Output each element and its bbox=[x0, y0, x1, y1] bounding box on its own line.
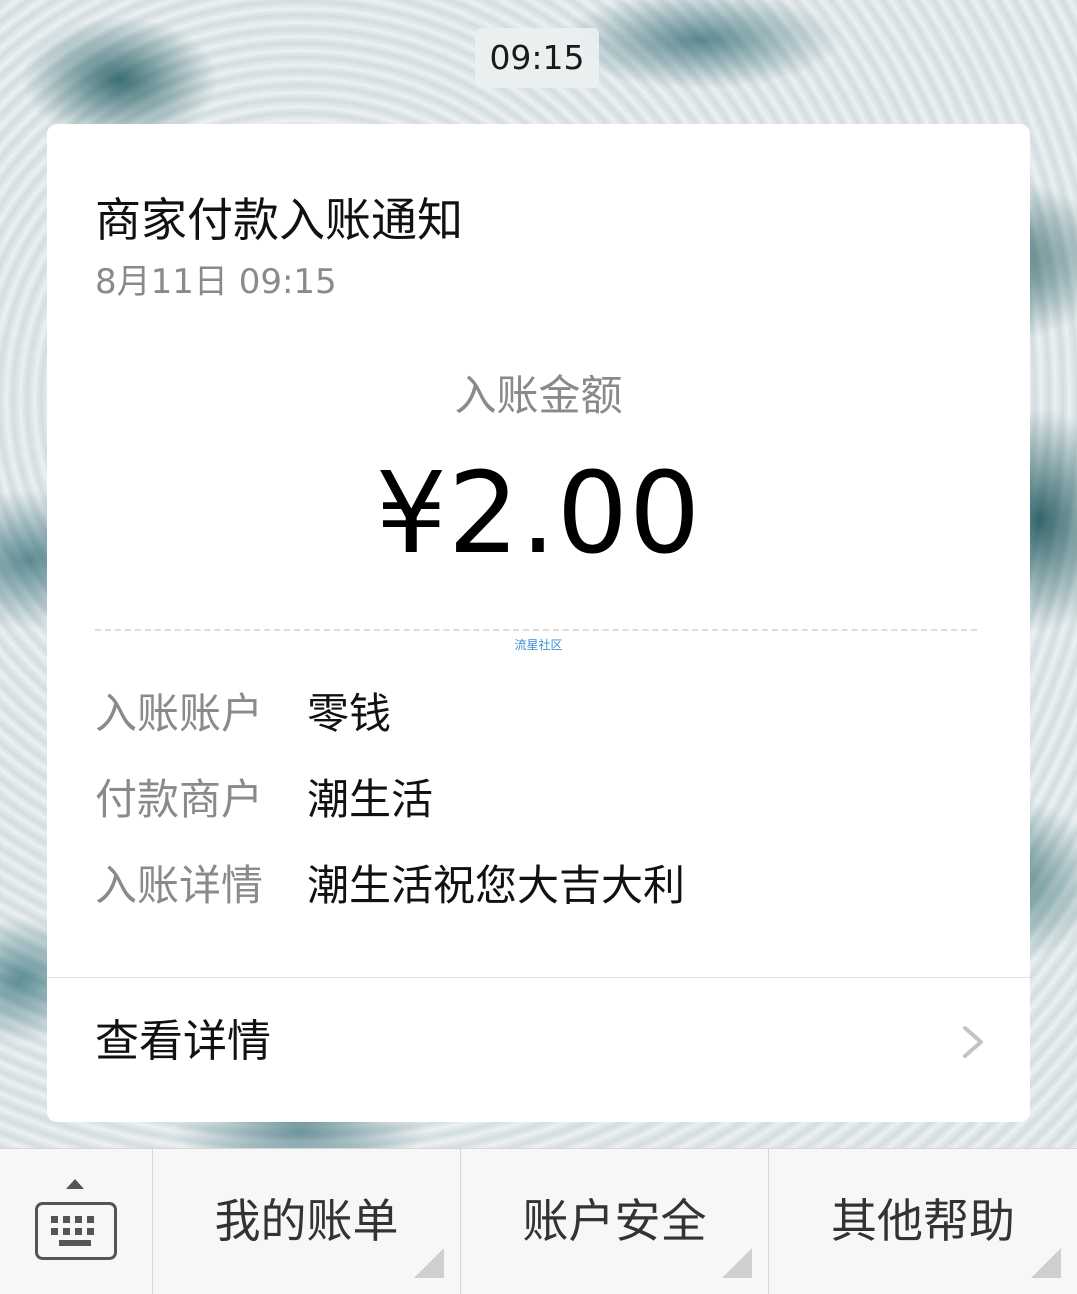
detail-value: 零钱 bbox=[307, 689, 392, 738]
amount-value: ¥2.00 bbox=[375, 449, 702, 579]
menu-my-bills-button[interactable]: 我的账单 bbox=[153, 1149, 461, 1294]
keyboard-toggle-button[interactable] bbox=[0, 1149, 153, 1294]
payment-notification-card: 商家付款入账通知 8月11日 09:15 入账金额 ¥2.00 流星社区 入账账… bbox=[47, 124, 1030, 1122]
keyboard-icon bbox=[35, 1202, 117, 1260]
detail-value: 潮生活 bbox=[307, 775, 434, 824]
detail-label: 入账详情 bbox=[95, 861, 264, 910]
watermark-text: 流星社区 bbox=[514, 638, 563, 652]
detail-label: 付款商户 bbox=[95, 775, 264, 824]
menu-account-security-button[interactable]: 账户安全 bbox=[461, 1149, 769, 1294]
caret-up-icon bbox=[66, 1179, 84, 1189]
detail-row-remark: 入账详情 潮生活祝您大吉大利 bbox=[95, 856, 975, 916]
notification-title: 商家付款入账通知 bbox=[95, 193, 463, 247]
submenu-indicator-icon bbox=[414, 1248, 444, 1278]
submenu-indicator-icon bbox=[1031, 1248, 1061, 1278]
submenu-indicator-icon bbox=[722, 1248, 752, 1278]
amount-label: 入账金额 bbox=[454, 371, 623, 420]
dashed-divider bbox=[95, 629, 977, 631]
chevron-right-icon bbox=[963, 1026, 983, 1058]
view-details-button[interactable]: 查看详情 bbox=[47, 978, 1030, 1122]
menu-label: 其他帮助 bbox=[831, 1194, 1015, 1248]
detail-value: 潮生活祝您大吉大利 bbox=[307, 861, 686, 910]
menu-label: 我的账单 bbox=[214, 1194, 399, 1248]
menu-other-help-button[interactable]: 其他帮助 bbox=[769, 1149, 1077, 1294]
message-timestamp: 09:15 bbox=[475, 28, 599, 88]
view-details-label: 查看详情 bbox=[95, 1016, 271, 1067]
detail-label: 入账账户 bbox=[95, 689, 264, 738]
official-account-menu-bar: 我的账单 账户安全 其他帮助 bbox=[0, 1148, 1077, 1294]
menu-label: 账户安全 bbox=[522, 1194, 707, 1248]
detail-row-merchant: 付款商户 潮生活 bbox=[95, 770, 975, 830]
detail-row-account: 入账账户 零钱 bbox=[95, 684, 975, 744]
notification-datetime: 8月11日 09:15 bbox=[95, 262, 337, 302]
